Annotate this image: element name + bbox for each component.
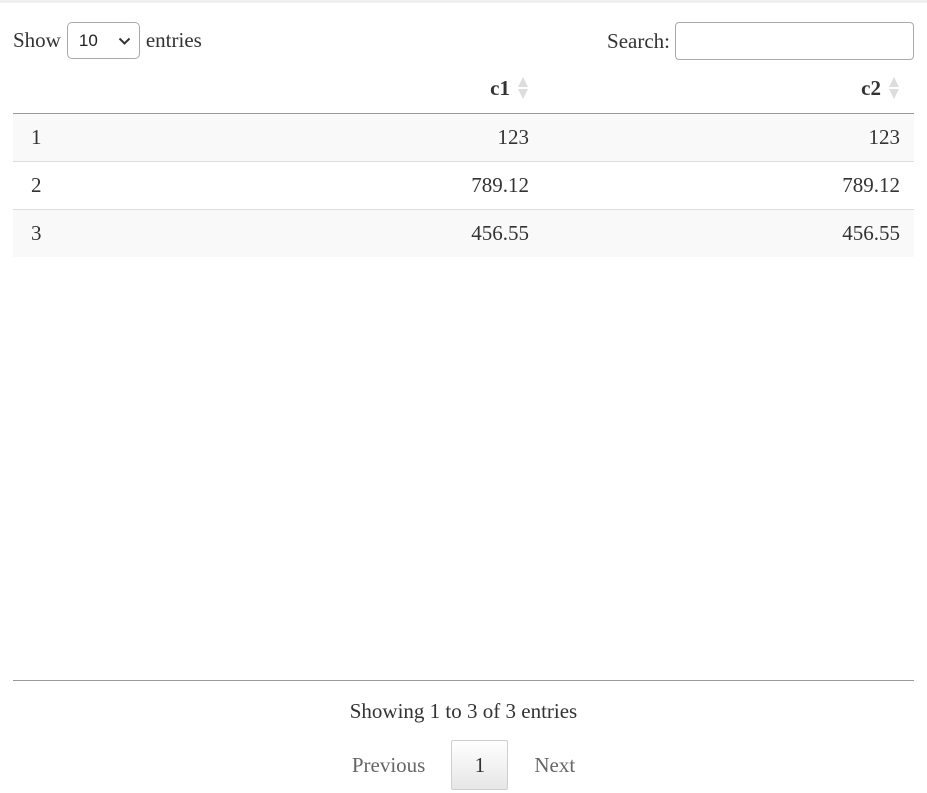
header-row: c1 c2	[13, 64, 914, 114]
chevron-down-icon	[118, 37, 131, 45]
c1-cell: 789.12	[471, 172, 529, 197]
top-border	[0, 0, 927, 3]
table-row[interactable]: 1 123 123	[13, 113, 914, 161]
search-input[interactable]	[675, 22, 914, 60]
search-label: Search:	[607, 29, 670, 53]
table-bottom-divider	[13, 680, 914, 681]
page-1-button[interactable]: 1	[451, 740, 509, 790]
entries-per-page-select[interactable]: 10	[66, 22, 140, 59]
column-header-c1-label: c1	[490, 75, 510, 100]
previous-page-button[interactable]: Previous	[338, 740, 440, 790]
data-table: c1 c2 1 123 123 2 789.12 789.12 3 456.55…	[13, 64, 914, 257]
c2-cell: 789.12	[842, 172, 900, 197]
entries-per-page-value: 10	[78, 30, 98, 50]
table-info: Showing 1 to 3 of 3 entries	[349, 699, 578, 723]
column-header-c1[interactable]: c1	[143, 64, 543, 114]
entries-label: entries	[145, 28, 202, 52]
next-page-button[interactable]: Next	[520, 740, 589, 790]
table-row[interactable]: 2 789.12 789.12	[13, 161, 914, 209]
c1-cell: 456.55	[471, 220, 529, 245]
entries-length-control: Show 10 entries	[13, 22, 202, 59]
table-row[interactable]: 3 456.55 456.55	[13, 209, 914, 257]
pagination: Previous 1 Next	[0, 740, 927, 790]
row-index-cell: 1	[31, 124, 42, 149]
c2-cell: 456.55	[842, 220, 900, 245]
c1-cell: 123	[497, 124, 530, 149]
row-index-cell: 3	[31, 220, 42, 245]
sort-icon	[888, 76, 900, 100]
c2-cell: 123	[868, 124, 901, 149]
index-column-header[interactable]	[13, 64, 143, 114]
column-header-c2-label: c2	[861, 75, 881, 100]
search-control: Search:	[607, 22, 914, 60]
column-header-c2[interactable]: c2	[543, 64, 914, 114]
sort-icon	[517, 76, 529, 100]
row-index-cell: 2	[31, 172, 42, 197]
show-label: Show	[13, 28, 61, 52]
